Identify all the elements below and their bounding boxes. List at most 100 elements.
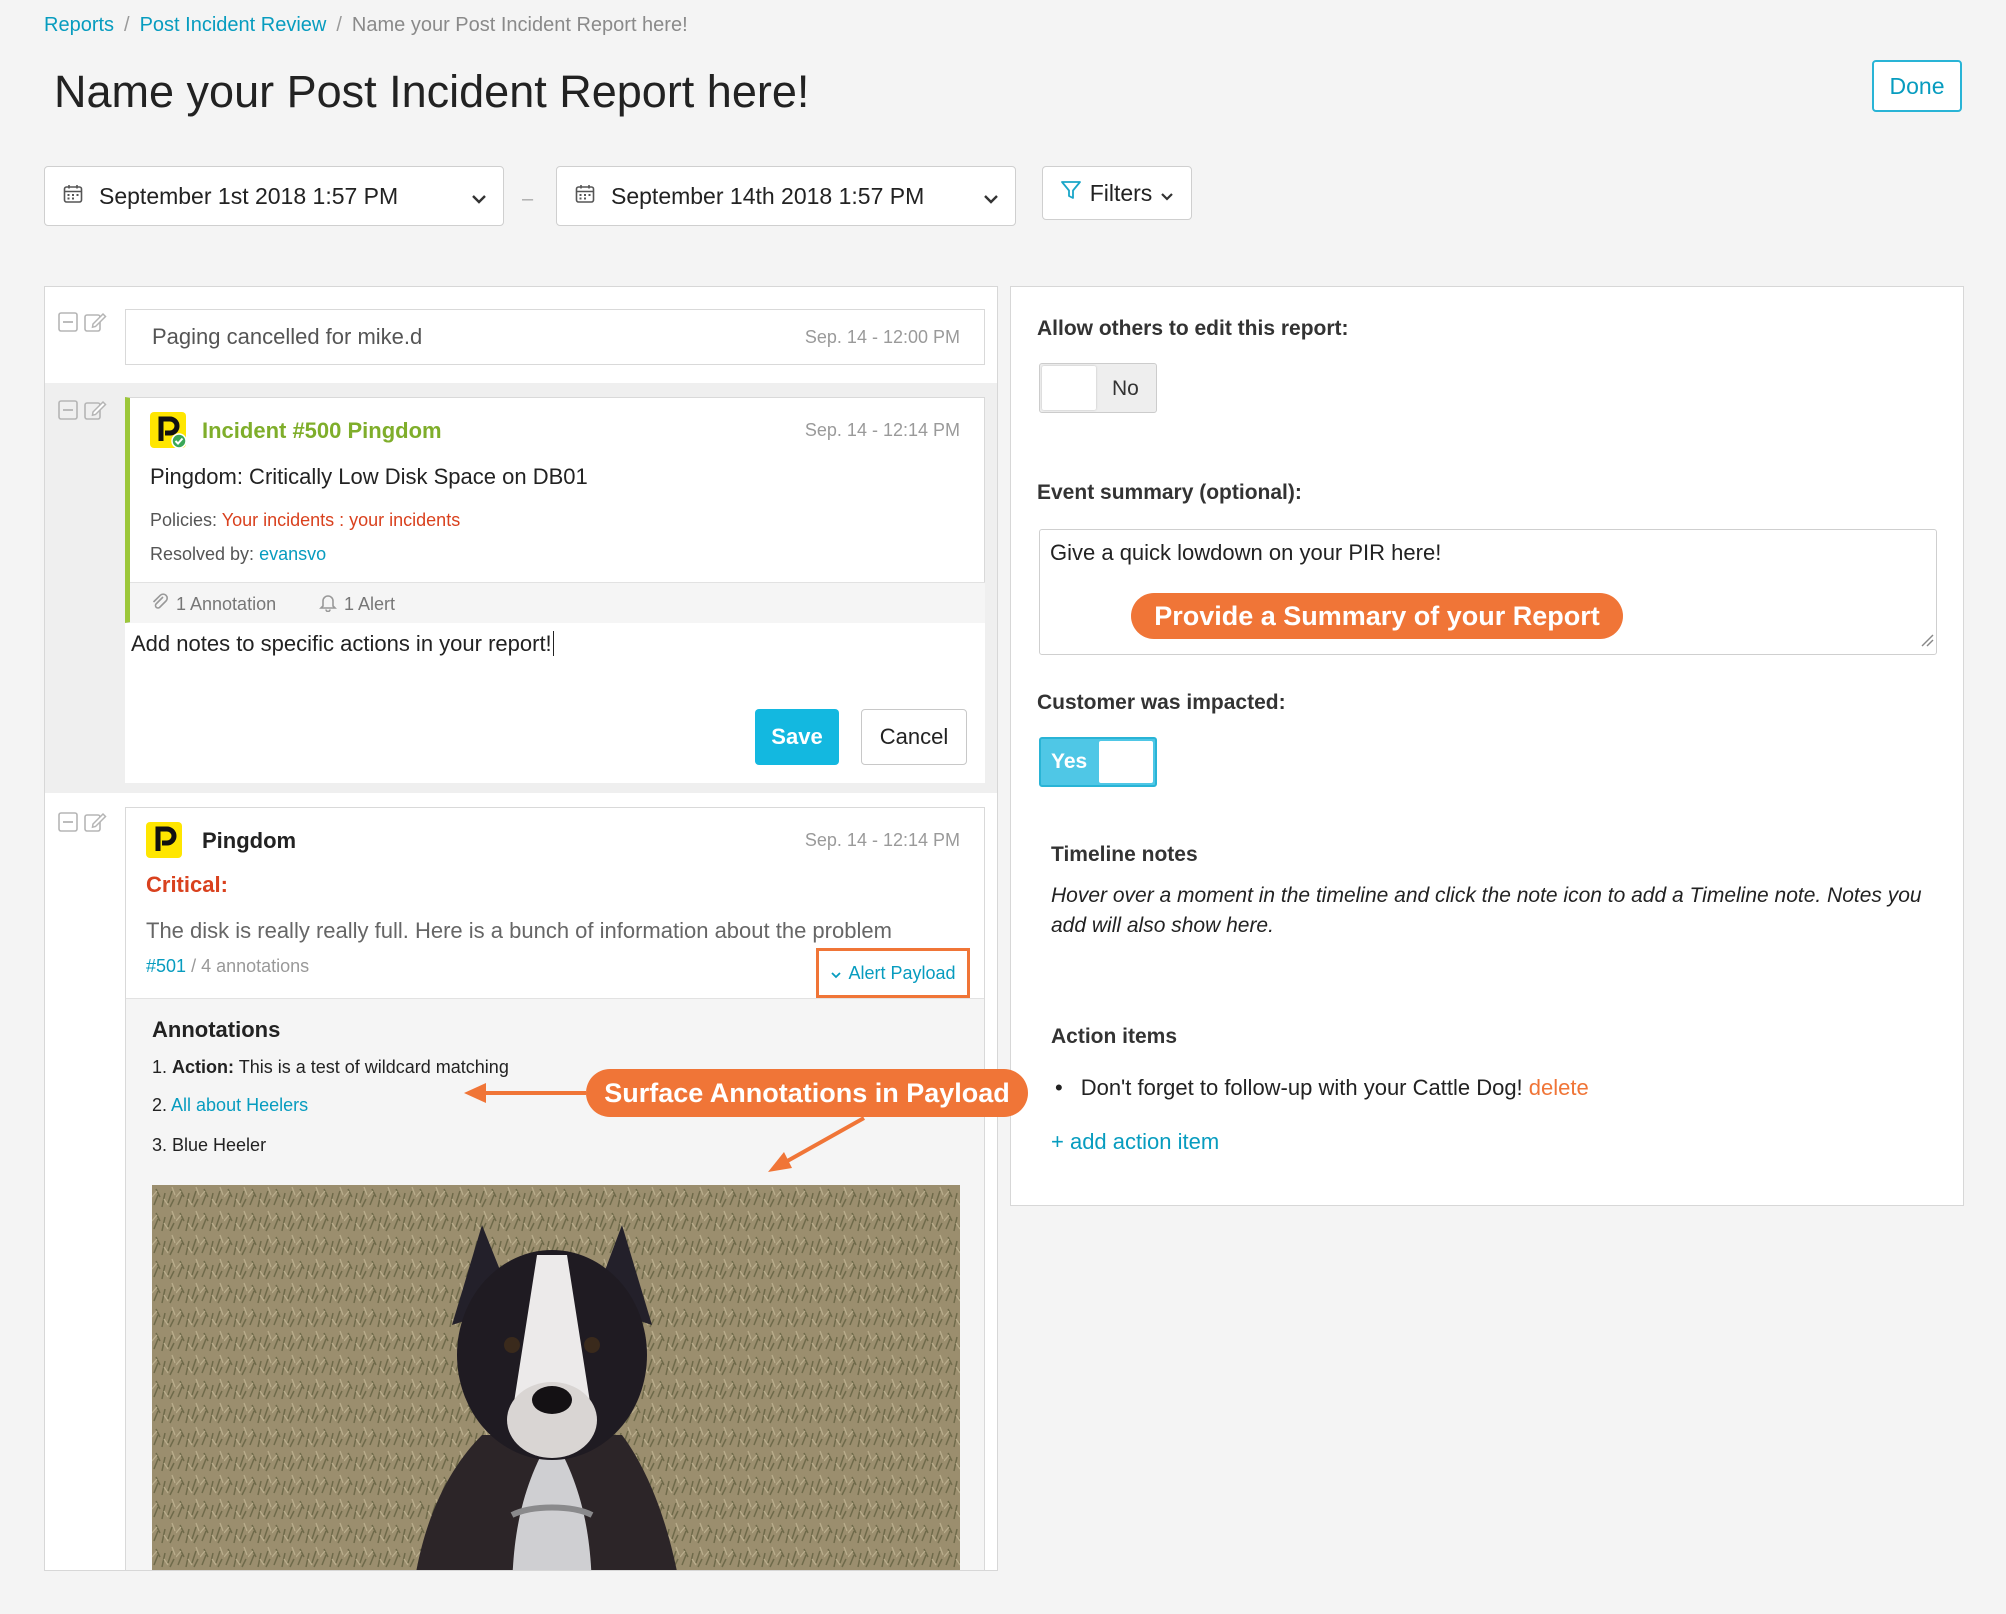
breadcrumb: Reports / Post Incident Review / Name your P… — [44, 14, 688, 37]
annotation-count-label: 1 Annotation — [176, 594, 277, 614]
paging-text: Paging cancelled for mike.d — [152, 324, 423, 349]
annotation-count[interactable]: 1 Annotation — [150, 592, 276, 617]
toggle-knob — [1042, 366, 1096, 410]
calendar-icon — [575, 183, 595, 210]
cancel-button[interactable]: Cancel — [861, 709, 967, 765]
edit-note-icon[interactable] — [83, 399, 107, 426]
note-text: Add notes to specific actions in your re… — [131, 631, 552, 656]
annotation-link[interactable]: All about Heelers — [171, 1095, 308, 1115]
annotation-number: 2. — [152, 1095, 168, 1115]
alert-count[interactable]: 1 Alert — [318, 592, 395, 617]
date-range-separator: – — [522, 188, 534, 210]
incident-summary: Pingdom: Critically Low Disk Space on DB… — [150, 464, 588, 489]
alert-meta: #501 / 4 annotations — [146, 956, 309, 977]
toggle-value: Yes — [1051, 750, 1088, 773]
row-controls — [45, 311, 133, 338]
alert-card[interactable]: Pingdom Sep. 14 - 12:14 PM Critical: The… — [125, 807, 985, 1570]
note-editor[interactable]: Add notes to specific actions in your re… — [125, 623, 985, 783]
calendar-icon — [63, 183, 83, 210]
action-items-heading: Action items — [1051, 1025, 1178, 1048]
breadcrumb-reports[interactable]: Reports — [44, 14, 114, 36]
breadcrumb-separator: / — [124, 14, 130, 36]
alert-id-link[interactable]: #501 — [146, 956, 186, 976]
page-title[interactable]: Name your Post Incident Report here! — [54, 66, 809, 118]
collapse-icon[interactable] — [57, 399, 79, 426]
policies-line: Policies: Your incidents : your incident… — [150, 510, 460, 531]
pingdom-logo-icon — [146, 822, 182, 858]
collapse-icon[interactable] — [57, 311, 79, 338]
note-input[interactable]: Add notes to specific actions in your re… — [131, 631, 560, 657]
annotation-item: 1. Action: This is a test of wildcard ma… — [152, 1057, 509, 1078]
done-button[interactable]: Done — [1872, 60, 1962, 112]
delete-action-link[interactable]: delete — [1529, 1075, 1589, 1100]
event-summary-value: Give a quick lowdown on your PIR here! — [1050, 540, 1442, 565]
filters-button[interactable]: Filters — [1042, 166, 1192, 220]
incident-title[interactable]: Incident #500 Pingdom — [202, 418, 442, 444]
paperclip-icon — [150, 592, 170, 617]
annotation-item: 3. Blue Heeler — [152, 1135, 267, 1155]
report-settings-panel: Allow others to edit this report: No Eve… — [1010, 286, 1964, 1206]
text-cursor — [552, 631, 560, 656]
event-timestamp: Sep. 14 - 12:14 PM — [804, 420, 960, 440]
action-item-text: Don't forget to follow-up with your Catt… — [1080, 1075, 1523, 1100]
chevron-down-icon — [471, 183, 487, 210]
annotation-label: Action: — [172, 1057, 235, 1077]
incident-card[interactable]: Incident #500 Pingdom Sep. 14 - 12:14 PM… — [125, 397, 985, 623]
customer-impacted-toggle[interactable]: Yes — [1039, 737, 1157, 787]
alert-annotations-count: / 4 annotations — [191, 956, 310, 976]
resize-handle-icon[interactable] — [1920, 633, 1934, 652]
alert-count-label: 1 Alert — [344, 594, 396, 614]
paging-event: Paging cancelled for mike.d Sep. 14 - 12… — [125, 309, 985, 365]
row-controls — [45, 811, 133, 838]
alert-payload-toggle[interactable]: Alert Payload — [816, 948, 970, 998]
event-timestamp: Sep. 14 - 12:00 PM — [804, 327, 960, 347]
annotation-item: 2. All about Heelers — [152, 1095, 308, 1116]
alert-severity: Critical: — [146, 872, 228, 897]
annotations-heading: Annotations — [152, 1017, 281, 1042]
alert-message: The disk is really really full. Here is … — [146, 918, 892, 943]
end-date-value: September 14th 2018 1:57 PM — [611, 182, 925, 209]
incident-footer: 1 Annotation 1 Alert — [130, 582, 985, 623]
timeline-panel[interactable]: Paging cancelled for mike.d Sep. 14 - 12… — [44, 286, 998, 1571]
resolved-line: Resolved by: evansvo — [150, 544, 326, 565]
chevron-down-icon — [1160, 180, 1174, 207]
timeline-notes-text: Hover over a moment in the timeline and … — [1051, 884, 1922, 937]
breadcrumb-current: Name your Post Incident Report here! — [351, 14, 688, 36]
customer-impacted-label: Customer was impacted: — [1037, 691, 1286, 714]
summary-callout: Provide a Summary of your Report — [1131, 593, 1623, 639]
event-timestamp: Sep. 14 - 12:14 PM — [804, 830, 960, 850]
blue-heeler-photo — [152, 1185, 960, 1570]
collapse-icon[interactable] — [57, 811, 79, 838]
end-date-picker[interactable]: September 14th 2018 1:57 PM — [556, 166, 1016, 226]
breadcrumb-post-incident-review[interactable]: Post Incident Review — [140, 14, 327, 36]
filter-funnel-icon — [1060, 179, 1082, 207]
resolved-label: Resolved by: — [150, 544, 255, 564]
action-item: • Don't forget to follow-up with your Cat… — [1055, 1075, 1589, 1101]
timeline-notes-heading: Timeline notes — [1051, 843, 1198, 866]
save-button[interactable]: Save — [755, 709, 839, 765]
alert-payload-label: Alert Payload — [848, 962, 956, 983]
annotation-number: 1. — [152, 1057, 168, 1077]
edit-note-icon[interactable] — [83, 811, 107, 838]
event-summary-label: Event summary (optional): — [1037, 481, 1302, 504]
breadcrumb-separator: / — [336, 14, 342, 36]
toggle-knob — [1099, 741, 1153, 783]
alert-source: Pingdom — [202, 828, 297, 853]
filters-label: Filters — [1089, 179, 1153, 206]
allow-edit-toggle[interactable]: No — [1039, 363, 1157, 413]
edit-note-icon[interactable] — [83, 311, 107, 338]
resolved-user-link[interactable]: evansvo — [259, 544, 326, 564]
allow-edit-label: Allow others to edit this report: — [1037, 317, 1349, 340]
policies-label: Policies: — [150, 510, 218, 530]
start-date-value: September 1st 2018 1:57 PM — [99, 182, 399, 209]
policies-link[interactable]: Your incidents : your incidents — [222, 510, 460, 530]
toggle-value: No — [1112, 377, 1139, 400]
add-action-item-link[interactable]: + add action item — [1051, 1129, 1219, 1155]
pingdom-logo-icon — [150, 412, 187, 449]
annotation-text: This is a test of wildcard matching — [238, 1057, 509, 1077]
bell-icon — [318, 592, 338, 617]
annotations-callout: Surface Annotations in Payload — [586, 1069, 1028, 1117]
start-date-picker[interactable]: September 1st 2018 1:57 PM — [44, 166, 504, 226]
bullet-icon: • — [1055, 1075, 1063, 1100]
chevron-down-icon — [830, 963, 842, 984]
